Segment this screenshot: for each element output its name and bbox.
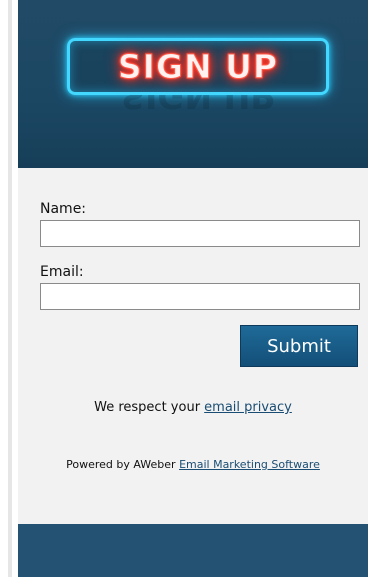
powered-by-text: Powered by AWeber xyxy=(66,458,180,471)
privacy-text: We respect your xyxy=(94,400,205,415)
email-field[interactable] xyxy=(40,283,360,310)
neon-sign-reflection: SIGN UP xyxy=(67,95,329,117)
name-label: Name: xyxy=(40,201,87,217)
email-privacy-link[interactable]: email privacy xyxy=(204,400,292,415)
name-field[interactable] xyxy=(40,220,360,247)
sign-up-title: SIGN UP xyxy=(117,47,279,87)
signup-widget: SIGN UP SIGN UP Name: Email: Submit We r… xyxy=(18,0,368,577)
powered-by-notice: Powered by AWeber Email Marketing Softwa… xyxy=(58,457,328,472)
email-label: Email: xyxy=(40,264,84,280)
email-marketing-software-link[interactable]: Email Marketing Software xyxy=(179,458,320,471)
sign-up-title-reflection: SIGN UP xyxy=(121,95,275,116)
signup-header: SIGN UP SIGN UP xyxy=(18,0,368,168)
signup-footer xyxy=(18,524,368,577)
neon-sign-banner: SIGN UP xyxy=(67,38,329,95)
submit-button[interactable]: Submit xyxy=(240,325,358,367)
page-left-border xyxy=(8,0,12,577)
privacy-notice: We respect your email privacy xyxy=(18,400,368,415)
